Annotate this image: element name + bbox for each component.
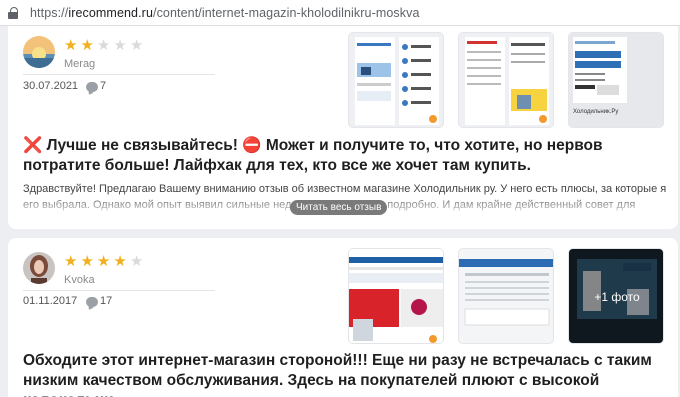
comment-count[interactable]: 17 [100,295,112,307]
review-date: 01.11.2017 [23,295,78,307]
review-card: ★ ★ ★ ★ ★ Kvoka 01.11.2017 17 +1 фото Об… [8,238,678,397]
comment-icon [86,297,98,307]
rating-stars: ★ ★ ★ ★ ★ [64,38,143,53]
star-empty-icon: ★ [113,37,127,54]
url-text[interactable]: https://irecommend.ru/content/internet-m… [30,6,420,20]
read-more-button[interactable]: Читать весь отзыв [290,200,388,215]
username[interactable]: Kvoka [64,274,95,286]
comment-icon [86,82,98,92]
username[interactable]: Merag [64,58,95,70]
divider [23,74,215,75]
star-filled-icon: ★ [80,253,94,270]
review-photo[interactable] [348,248,444,344]
star-filled-icon: ★ [96,253,111,270]
avatar[interactable] [23,36,55,68]
review-photo[interactable] [458,248,554,344]
review-card: ★ ★ ★ ★ ★ Merag 30.07.2021 7 Холодильник… [8,26,678,229]
photo-caption: Холодильник.Ру [573,109,619,115]
review-photo[interactable]: Холодильник.Ру [568,32,664,128]
divider [23,290,215,291]
review-photo[interactable]: +1 фото [568,248,664,344]
more-photos-overlay[interactable]: +1 фото [569,249,663,343]
star-filled-icon: ★ [64,37,78,54]
review-title[interactable]: Обходите этот интернет-магазин стороной!… [23,351,673,397]
address-bar[interactable]: https://irecommend.ru/content/internet-m… [0,0,680,26]
lock-icon [8,6,18,19]
review-title[interactable]: ❌ Лучше не связывайтесь! ⛔ Может и получ… [23,136,673,176]
review-date: 30.07.2021 [23,80,79,92]
rating-stars: ★ ★ ★ ★ ★ [64,254,143,269]
star-empty-icon: ★ [96,37,111,54]
avatar[interactable] [23,252,55,284]
review-photo[interactable] [458,32,554,128]
review-photo[interactable] [348,32,444,128]
star-filled-icon: ★ [80,37,94,54]
star-empty-icon: ★ [129,37,144,54]
star-filled-icon: ★ [113,253,127,270]
comment-count[interactable]: 7 [100,80,106,92]
star-filled-icon: ★ [64,253,78,270]
star-empty-icon: ★ [129,253,144,270]
